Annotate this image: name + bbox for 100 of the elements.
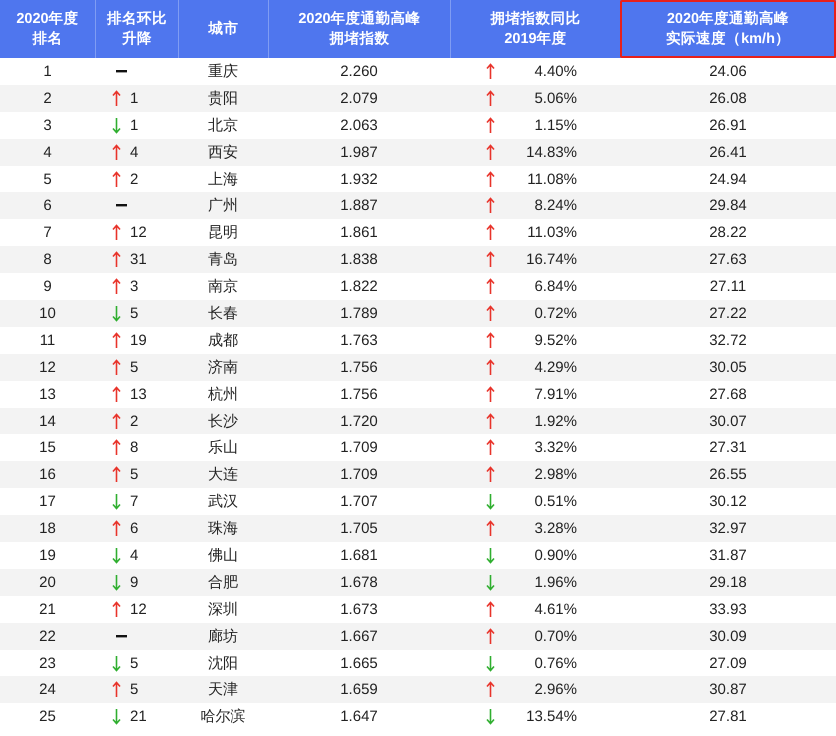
- table-cell-text: 30.09: [708, 628, 748, 645]
- table-cell-text: 1.92%: [533, 412, 577, 430]
- table-cell-text: 26.41: [708, 144, 748, 161]
- table-cell: 5: [130, 466, 138, 484]
- table-cell-text: 大连: [207, 465, 239, 484]
- header-text: 拥堵指数同比: [490, 10, 580, 29]
- table-cell-text: 26.08: [708, 90, 748, 107]
- table-cell-text: 2: [42, 90, 53, 107]
- table-cell-text: 1.709: [339, 439, 379, 456]
- table-cell-text: 1.659: [339, 681, 379, 698]
- table-cell-text: 1.96%: [533, 574, 577, 591]
- table-cell-text: 29.18: [708, 574, 748, 591]
- table-cell-text: 6.84%: [533, 278, 577, 296]
- table-cell-text: 6: [42, 197, 53, 214]
- table-cell-text: 32.72: [708, 332, 748, 349]
- table-cell-text: 25: [38, 708, 57, 726]
- table-cell-text: 沈阳: [207, 654, 239, 673]
- table-cell-text: 2.063: [339, 116, 379, 134]
- table-cell-text: 7: [42, 224, 53, 242]
- table-cell-text: 4.29%: [533, 358, 577, 376]
- table-cell-text: 1.709: [339, 466, 379, 484]
- table-cell-text: 24: [38, 681, 57, 698]
- table-cell: 4: [130, 144, 138, 161]
- table-cell: 1: [130, 116, 138, 134]
- table-cell-text: 珠海: [207, 519, 239, 538]
- table-cell-text: 15: [38, 439, 57, 456]
- table-cell: 5: [130, 358, 138, 376]
- table-cell-text: 26.91: [708, 116, 748, 134]
- table-cell-text: 深圳: [207, 600, 239, 619]
- table-cell-text: 33.93: [708, 600, 748, 618]
- table-cell-text: 31.87: [708, 546, 748, 564]
- table-cell-text: 16: [38, 466, 57, 484]
- table-cell-text: 5: [42, 170, 53, 188]
- table-cell: 13: [130, 386, 147, 403]
- table-cell: 5: [130, 304, 138, 322]
- table-cell: 6: [130, 520, 138, 538]
- table-cell-text: 1.789: [339, 304, 379, 322]
- table-cell-text: 1.756: [339, 386, 379, 403]
- table-cell-text: 1.887: [339, 197, 379, 214]
- table-cell-text: 2.98%: [533, 466, 577, 484]
- table-cell-text: 1.673: [339, 600, 379, 618]
- table-cell-text: 1.756: [339, 358, 379, 376]
- table-cell: 31: [130, 251, 147, 268]
- table-cell-text: 重庆: [207, 62, 239, 81]
- table-cell-text: 10: [38, 304, 57, 322]
- table-cell: 21: [130, 708, 147, 726]
- table-cell-text: 27.63: [708, 251, 748, 268]
- table-cell: 3: [130, 278, 138, 296]
- table-cell-text: 7.91%: [533, 386, 577, 403]
- table-cell-text: 1.705: [339, 520, 379, 538]
- table-cell-text: 2.260: [339, 62, 379, 80]
- table-cell-text: 1.822: [339, 278, 379, 296]
- table-cell-text: 27.22: [708, 304, 748, 322]
- table-cell-text: 8: [42, 251, 53, 268]
- table-cell-text: 南京: [207, 277, 239, 296]
- table-cell-text: 0.51%: [533, 493, 577, 510]
- table-cell-text: 1.707: [339, 493, 379, 510]
- table-cell-text: 28.22: [708, 224, 748, 242]
- table-cell-text: 3.28%: [533, 520, 577, 538]
- table-cell-text: 1.932: [339, 170, 379, 188]
- table-cell: 2: [130, 412, 138, 430]
- table-cell-text: 4: [42, 144, 53, 161]
- table-cell-text: 1.665: [339, 654, 379, 672]
- header-text: 排名: [32, 30, 62, 49]
- table-cell-text: 上海: [207, 170, 239, 188]
- table-cell-text: 18: [38, 520, 57, 538]
- table-cell-text: 0.72%: [533, 304, 577, 322]
- table-cell-text: 1.678: [339, 574, 379, 591]
- table-cell-text: 13.54%: [525, 708, 577, 726]
- table-cell-text: 21: [38, 600, 57, 618]
- table-cell-text: 1.15%: [533, 116, 577, 134]
- table-cell-text: 11: [38, 332, 56, 349]
- table-cell-text: 23: [38, 654, 57, 672]
- table-cell-text: 27.11: [708, 278, 748, 296]
- table-cell-text: 1.987: [339, 144, 379, 161]
- table-cell-text: 1.647: [339, 708, 379, 726]
- table-cell-text: 西安: [207, 142, 239, 162]
- table-cell-text: 1.838: [339, 251, 379, 268]
- table-cell-text: 哈尔滨: [200, 707, 246, 726]
- table-cell-text: 32.97: [708, 520, 748, 538]
- table-cell-text: 3.32%: [533, 439, 577, 456]
- table-cell-text: 乐山: [207, 438, 239, 458]
- table-cell-text: 2.96%: [533, 681, 577, 698]
- table-cell-text: 廊坊: [207, 626, 239, 646]
- header-text: 2020年度通勤高峰: [666, 9, 790, 29]
- table-cell-text: 杭州: [207, 384, 239, 404]
- table-cell-text: 16.74%: [525, 251, 577, 268]
- table-cell: 1: [130, 90, 138, 107]
- table-cell-text: 27.81: [708, 708, 748, 726]
- table-cell-text: 12: [38, 358, 57, 376]
- table-cell: 7: [130, 493, 138, 510]
- table-cell-text: 1.763: [339, 332, 379, 349]
- table-cell-text: 30.07: [708, 412, 748, 430]
- table-cell-text: 19: [38, 546, 57, 564]
- table-cell: 12: [130, 224, 147, 242]
- table-cell-text: 武汉: [207, 492, 239, 512]
- header-text: 拥堵指数: [330, 30, 390, 49]
- table-cell-text: 1: [42, 62, 53, 80]
- table-cell-text: 昆明: [207, 223, 239, 242]
- table-cell-text: 0.70%: [533, 628, 577, 645]
